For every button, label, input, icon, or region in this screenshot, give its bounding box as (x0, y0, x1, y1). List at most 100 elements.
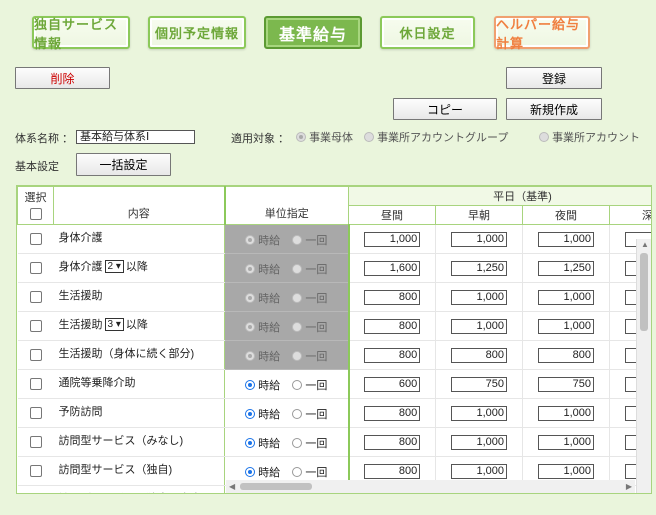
target-radio-1[interactable] (296, 132, 306, 142)
row-content-label: 生活援助 (58, 290, 103, 302)
target-option-1[interactable]: 事業母体 (296, 129, 353, 145)
hourly-radio[interactable] (245, 467, 256, 477)
value-input[interactable]: 1,000 (538, 231, 594, 247)
basic-setting-label: 基本設定 (15, 161, 59, 173)
system-name-input[interactable]: 基本給与体系Ⅰ (76, 130, 195, 144)
row-suffix-label: 以降 (125, 261, 148, 273)
value-cell: 600 (348, 369, 436, 399)
horizontal-scrollbar[interactable]: ◀ ▶ (226, 480, 635, 493)
col-header-3: 夜間 (522, 205, 610, 225)
value-input[interactable]: 1,000 (538, 289, 594, 305)
value-input[interactable]: 800 (364, 318, 421, 334)
unit-cell: 時給 一回 (224, 282, 350, 312)
value-input[interactable]: 1,000 (451, 405, 507, 421)
horizontal-scroll-thumb[interactable] (240, 483, 312, 490)
value-input[interactable]: 800 (451, 347, 507, 363)
per-visit-radio[interactable] (292, 264, 303, 274)
value-input[interactable]: 1,000 (538, 318, 594, 334)
target-option-2[interactable]: 事業所アカウントグループ (364, 129, 508, 145)
value-input[interactable]: 1,000 (538, 405, 594, 421)
hourly-radio[interactable] (245, 322, 256, 332)
value-cell: 1,000 (522, 311, 610, 341)
count-select[interactable]: 2 ▾ (104, 260, 124, 273)
target-radio-2[interactable] (364, 132, 374, 142)
per-visit-radio[interactable] (292, 380, 303, 390)
row-checkbox[interactable] (29, 320, 42, 333)
value-input[interactable]: 800 (364, 434, 421, 450)
target-option-3[interactable]: 事業所アカウント (539, 129, 640, 145)
row-content-cell: 身体介護 2 ▾ 以降 (53, 253, 225, 283)
tab-5[interactable]: ヘルパー給与計算 (494, 16, 590, 52)
value-cell: 800 (522, 340, 610, 370)
table-row: 生活援助 時給 一回8001,0001,0001,200 (17, 282, 651, 312)
value-input[interactable]: 1,600 (364, 260, 421, 276)
tab-1[interactable]: 独自サービス情報 (32, 16, 130, 52)
tab-2[interactable]: 個別予定情報 (148, 16, 246, 49)
new-button[interactable]: 新規作成 (506, 98, 602, 120)
value-input[interactable]: 1,000 (451, 463, 507, 479)
value-input[interactable]: 800 (364, 289, 421, 305)
scroll-right-icon[interactable]: ▶ (626, 483, 632, 491)
row-checkbox[interactable] (29, 262, 42, 275)
vertical-scrollbar[interactable]: ▲ (636, 239, 651, 493)
select-all-checkbox[interactable] (29, 208, 42, 220)
tab-4[interactable]: 休日設定 (380, 16, 475, 49)
row-checkbox[interactable] (29, 349, 42, 362)
value-input[interactable]: 750 (538, 376, 594, 392)
value-input[interactable]: 800 (364, 405, 421, 421)
value-input[interactable]: 1,000 (364, 231, 421, 247)
per-visit-radio[interactable] (292, 322, 303, 332)
hourly-label: 時給 (258, 380, 281, 392)
value-input[interactable]: 1,250 (538, 260, 594, 276)
per-visit-radio[interactable] (292, 438, 303, 448)
value-input[interactable]: 800 (364, 347, 421, 363)
value-input[interactable]: 750 (451, 376, 507, 392)
value-cell: 800 (435, 340, 523, 370)
row-content-label: 訪問型サービス（独自／定率) (59, 493, 206, 494)
row-checkbox[interactable] (29, 407, 42, 420)
hourly-radio[interactable] (245, 351, 256, 361)
value-input[interactable]: 1,000 (451, 289, 507, 305)
hourly-radio[interactable] (245, 264, 256, 274)
scroll-up-icon[interactable]: ▲ (641, 241, 649, 249)
value-input[interactable]: 1,250 (451, 260, 507, 276)
hourly-radio[interactable] (245, 438, 256, 448)
register-button[interactable]: 登録 (506, 67, 602, 89)
per-visit-radio[interactable] (292, 409, 303, 419)
value-input[interactable]: 600 (364, 376, 421, 392)
row-checkbox[interactable] (29, 291, 42, 304)
value-input[interactable]: 1,000 (451, 231, 507, 247)
copy-button[interactable]: コピー (393, 98, 497, 120)
per-visit-radio[interactable] (292, 293, 303, 303)
hourly-radio[interactable] (245, 235, 256, 245)
row-content-label: 予防訪問 (58, 406, 103, 418)
value-input[interactable]: 800 (364, 463, 421, 479)
row-checkbox[interactable] (29, 378, 42, 391)
value-input[interactable]: 1,000 (538, 434, 594, 450)
per-visit-label: 一回 (305, 235, 328, 247)
vertical-scroll-thumb[interactable] (640, 253, 648, 331)
unit-header: 単位指定 (224, 186, 349, 225)
row-checkbox[interactable] (29, 465, 42, 478)
value-input[interactable]: 1,000 (451, 318, 507, 334)
hourly-radio[interactable] (245, 409, 256, 419)
target-radio-3[interactable] (539, 132, 549, 142)
per-visit-radio[interactable] (292, 467, 303, 477)
row-content-label: 訪問型サービス（みなし) (58, 435, 184, 447)
row-checkbox[interactable] (29, 233, 42, 246)
hourly-radio[interactable] (245, 380, 256, 390)
delete-button[interactable]: 削除 (15, 67, 110, 89)
tab-3[interactable]: 基準給与 (264, 16, 362, 49)
row-select-cell (17, 369, 54, 399)
hourly-radio[interactable] (245, 293, 256, 303)
bulk-set-button[interactable]: 一括設定 (76, 153, 171, 176)
count-select[interactable]: 3 ▾ (104, 318, 124, 331)
value-input[interactable]: 1,000 (538, 463, 594, 479)
row-checkbox[interactable] (29, 436, 42, 449)
per-visit-radio[interactable] (292, 235, 303, 245)
per-visit-radio[interactable] (292, 351, 303, 361)
scroll-left-icon[interactable]: ◀ (229, 483, 235, 491)
value-input[interactable]: 800 (538, 347, 594, 363)
value-input[interactable]: 1,000 (451, 434, 507, 450)
row-select-cell (17, 456, 54, 486)
